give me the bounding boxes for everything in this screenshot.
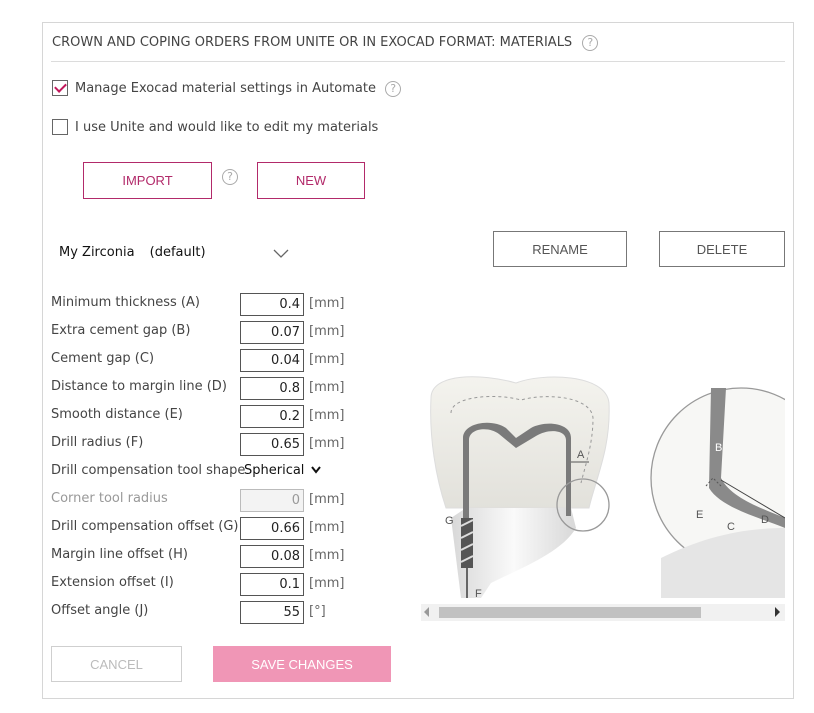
tool-shape-value: Spherical xyxy=(244,463,305,478)
param-label: Extension offset (I) xyxy=(51,575,174,590)
param-row-extra-cement-gap: Extra cement gap (B) [mm] xyxy=(51,321,371,345)
param-unit: [mm] xyxy=(309,324,345,339)
distance-margin-input[interactable] xyxy=(240,377,304,400)
param-row-min-thickness: Minimum thickness (A) [mm] xyxy=(51,293,371,317)
materials-panel: CROWN AND COPING ORDERS FROM UNITE OR IN… xyxy=(42,22,794,699)
diagram-label-e: E xyxy=(696,509,703,521)
param-row-margin-offset: Margin line offset (H) [mm] xyxy=(51,545,371,569)
help-icon[interactable]: ? xyxy=(222,169,238,185)
param-row-drill-comp-offset: Drill compensation offset (G) [mm] xyxy=(51,517,371,541)
smooth-distance-input[interactable] xyxy=(240,405,304,428)
material-select[interactable]: My Zirconia (default) xyxy=(59,241,291,263)
manage-exocad-label: Manage Exocad material settings in Autom… xyxy=(75,81,402,97)
extra-cement-gap-input[interactable] xyxy=(240,321,304,344)
param-label: Drill compensation offset (G) xyxy=(51,519,239,534)
param-row-cement-gap: Cement gap (C) [mm] xyxy=(51,349,371,373)
new-button[interactable]: NEW xyxy=(257,162,365,199)
help-icon[interactable]: ? xyxy=(385,81,402,97)
rename-button[interactable]: RENAME xyxy=(493,231,627,267)
diagram-label-f: F xyxy=(475,588,482,598)
crown-diagram: A G F B E C D xyxy=(430,376,785,598)
tool-shape-select[interactable]: Spherical xyxy=(244,463,321,478)
diagram-label-g: G xyxy=(445,515,454,527)
param-unit: [mm] xyxy=(309,492,345,507)
crown-illustration: A G F B E C D xyxy=(421,368,785,598)
illustration-scrollbar[interactable] xyxy=(421,604,785,621)
corner-radius-input xyxy=(240,489,304,512)
material-name: My Zirconia xyxy=(59,245,135,260)
param-label: Drill compensation tool shape xyxy=(51,463,246,478)
param-row-offset-angle: Offset angle (J) [°] xyxy=(51,601,371,625)
cement-gap-input[interactable] xyxy=(240,349,304,372)
diagram-label-d: D xyxy=(761,514,769,526)
param-unit: [mm] xyxy=(309,576,345,591)
cancel-button[interactable]: CANCEL xyxy=(51,646,182,682)
use-unite-label: I use Unite and would like to edit my ma… xyxy=(75,120,379,135)
param-label: Margin line offset (H) xyxy=(51,547,188,562)
param-label: Distance to margin line (D) xyxy=(51,379,227,394)
param-unit: [mm] xyxy=(309,548,345,563)
param-label: Extra cement gap (B) xyxy=(51,323,191,338)
min-thickness-input[interactable] xyxy=(240,293,304,316)
diagram-label-b: B xyxy=(715,442,722,454)
param-unit: [mm] xyxy=(309,520,345,535)
save-changes-button[interactable]: SAVE CHANGES xyxy=(213,646,391,682)
param-unit: [mm] xyxy=(309,408,345,423)
param-unit: [mm] xyxy=(309,352,345,367)
material-tag: (default) xyxy=(149,245,206,260)
param-label: Cement gap (C) xyxy=(51,351,155,366)
import-button[interactable]: IMPORT xyxy=(83,162,212,199)
param-unit: [mm] xyxy=(309,436,345,451)
chevron-down-icon xyxy=(273,249,289,258)
drill-radius-input[interactable] xyxy=(240,433,304,456)
scroll-right-arrow-icon[interactable] xyxy=(775,607,780,617)
chevron-down-icon xyxy=(310,466,321,474)
param-row-corner-radius: Corner tool radius [mm] xyxy=(51,489,371,513)
param-unit: [°] xyxy=(309,604,326,619)
param-row-distance-margin: Distance to margin line (D) [mm] xyxy=(51,377,371,401)
section-title: CROWN AND COPING ORDERS FROM UNITE OR IN… xyxy=(52,35,599,51)
param-label: Smooth distance (E) xyxy=(51,407,183,422)
offset-angle-input[interactable] xyxy=(240,601,304,624)
scroll-left-arrow-icon[interactable] xyxy=(424,607,429,617)
param-row-drill-radius: Drill radius (F) [mm] xyxy=(51,433,371,457)
param-row-smooth-distance: Smooth distance (E) [mm] xyxy=(51,405,371,429)
use-unite-checkbox[interactable] xyxy=(52,119,68,135)
manage-exocad-text: Manage Exocad material settings in Autom… xyxy=(75,81,376,96)
help-icon[interactable]: ? xyxy=(582,35,599,51)
manage-exocad-checkbox[interactable] xyxy=(52,80,68,96)
param-unit: [mm] xyxy=(309,296,345,311)
section-title-text: CROWN AND COPING ORDERS FROM UNITE OR IN… xyxy=(52,35,573,50)
param-row-tool-shape: Drill compensation tool shape Spherical xyxy=(51,461,371,485)
scrollbar-thumb[interactable] xyxy=(439,607,701,618)
param-unit: [mm] xyxy=(309,380,345,395)
delete-button[interactable]: DELETE xyxy=(659,231,785,267)
param-label: Corner tool radius xyxy=(51,491,168,506)
param-label: Minimum thickness (A) xyxy=(51,295,200,310)
param-label: Drill radius (F) xyxy=(51,435,144,450)
param-row-extension-offset: Extension offset (I) [mm] xyxy=(51,573,371,597)
drill-comp-offset-input[interactable] xyxy=(240,517,304,540)
margin-offset-input[interactable] xyxy=(240,545,304,568)
diagram-label-a: A xyxy=(577,449,585,461)
param-label: Offset angle (J) xyxy=(51,603,149,618)
extension-offset-input[interactable] xyxy=(240,573,304,596)
title-divider xyxy=(51,61,785,62)
diagram-label-c: C xyxy=(727,521,735,533)
